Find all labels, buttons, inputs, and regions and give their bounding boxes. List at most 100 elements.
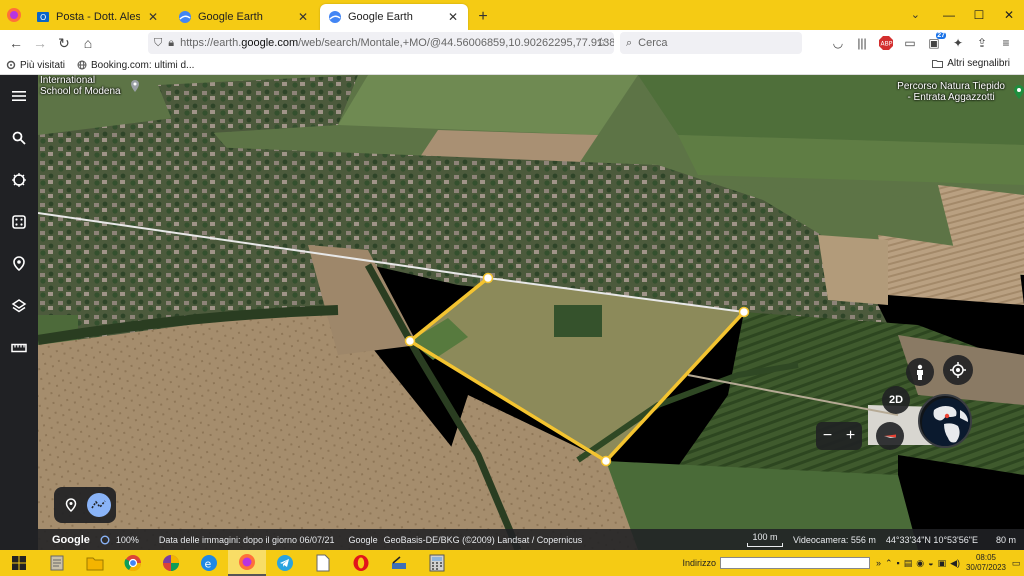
- tray-chevron-icon[interactable]: »: [876, 558, 881, 568]
- bookmark-booking[interactable]: Booking.com: ultimi d...: [71, 60, 200, 71]
- tray-app-icon[interactable]: ▪: [897, 558, 900, 568]
- clock-date: 30/07/2023: [965, 563, 1007, 572]
- tab-google-earth-2[interactable]: Google Earth ✕: [320, 4, 468, 30]
- folder-icon: [932, 60, 944, 68]
- start-windows-icon[interactable]: [0, 550, 38, 576]
- scale-line: [747, 543, 783, 547]
- globe-icon: [77, 60, 87, 70]
- map-style-layers-icon[interactable]: [0, 285, 38, 327]
- feeling-lucky-dice-icon[interactable]: [0, 201, 38, 243]
- menu-icon[interactable]: ≡: [994, 31, 1018, 55]
- close-tab-icon[interactable]: ✕: [146, 10, 160, 24]
- taskbar-clock[interactable]: 08:05 30/07/2023: [964, 553, 1008, 573]
- edge-icon[interactable]: e: [190, 550, 228, 576]
- extensions-icon[interactable]: ✦: [946, 31, 970, 55]
- close-window-icon[interactable]: ✕: [994, 0, 1024, 30]
- picasa-icon[interactable]: [152, 550, 190, 576]
- tab-label: Posta - Dott. Alessandro Angel: [56, 11, 140, 23]
- notifications-icon[interactable]: ▭: [1008, 558, 1024, 569]
- my-location-icon[interactable]: [943, 355, 973, 385]
- telegram-icon[interactable]: [266, 550, 304, 576]
- url-prefix: https://earth.: [180, 37, 242, 49]
- close-tab-icon[interactable]: ✕: [446, 10, 460, 24]
- imagery-credits: GeoBasis-DE/BKG (©2009) Landsat / Copern…: [383, 534, 583, 545]
- firefox-menu-icon[interactable]: [0, 0, 28, 30]
- draw-path-icon[interactable]: [87, 493, 112, 517]
- maximize-icon[interactable]: ☐: [964, 0, 994, 30]
- projects-pin-icon[interactable]: [0, 243, 38, 285]
- toolbar-icons: ◡ ||| ABP ▭ ▣ 27 ✦ ⇪ ≡: [826, 30, 1018, 56]
- opera-icon[interactable]: [342, 550, 380, 576]
- measure-ruler-icon[interactable]: [0, 327, 38, 369]
- extension-badge-icon[interactable]: ▣ 27: [922, 31, 946, 55]
- earth-viewport[interactable]: International School of Modena Percorso …: [38, 75, 1024, 550]
- svg-text:ABP: ABP: [881, 41, 893, 48]
- sidebar-icon[interactable]: ▭: [898, 31, 922, 55]
- zoom-out-button[interactable]: −: [823, 427, 832, 445]
- firefox-taskbar-icon[interactable]: [228, 550, 266, 576]
- search-placeholder: Cerca: [638, 37, 668, 49]
- close-tab-icon[interactable]: ✕: [296, 10, 310, 24]
- zoom-in-button[interactable]: +: [846, 427, 855, 445]
- place-label-school[interactable]: International School of Modena: [40, 75, 121, 97]
- home-icon[interactable]: ⌂: [76, 31, 100, 55]
- tray-expand-icon[interactable]: ⌃: [885, 558, 893, 569]
- place-pin-icon[interactable]: [130, 80, 140, 95]
- tab-google-earth-1[interactable]: Google Earth ✕: [170, 4, 318, 30]
- bookmark-piu-visitati[interactable]: Più visitati: [0, 60, 71, 71]
- globe-minimap[interactable]: [918, 394, 972, 448]
- other-bookmarks[interactable]: Altri segnalibri: [926, 58, 1016, 69]
- chrome-icon[interactable]: [114, 550, 152, 576]
- calculator-app-icon[interactable]: [418, 550, 456, 576]
- svg-text:e: e: [205, 558, 212, 571]
- menu-icon[interactable]: [0, 75, 38, 117]
- document-icon[interactable]: [304, 550, 342, 576]
- back-icon[interactable]: ←: [4, 31, 28, 55]
- search-box[interactable]: ⌕ Cerca: [620, 32, 802, 54]
- file-explorer-icon[interactable]: [76, 550, 114, 576]
- lock-icon: 🔒︎: [168, 36, 175, 49]
- url-bar[interactable]: ⛉ 🔒︎ https://earth. google.com/web/search…: [148, 32, 614, 54]
- minimize-icon[interactable]: —: [934, 0, 964, 30]
- search-icon[interactable]: [0, 117, 38, 159]
- tab-posta[interactable]: O Posta - Dott. Alessandro Angel ✕: [28, 4, 168, 30]
- imagery-date: Data delle immagini: dopo il giorno 06/0…: [158, 534, 335, 545]
- adblock-icon[interactable]: ABP: [874, 31, 898, 55]
- list-tabs-icon[interactable]: ⌄: [911, 8, 920, 21]
- bookmark-label: Più visitati: [20, 59, 66, 71]
- share-icon[interactable]: ⇪: [970, 31, 994, 55]
- new-tab-button[interactable]: +: [470, 4, 496, 30]
- compass-icon[interactable]: [876, 422, 904, 450]
- system-tray: Indirizzo » ⌃ ▪ ▤ ◉ ◒ ▣ ◀) 08:05 30/07/2…: [682, 550, 1024, 576]
- earth-sidebar: [0, 75, 38, 550]
- tray-app-icon[interactable]: ◒: [928, 558, 933, 568]
- tab-label: Google Earth: [198, 11, 263, 23]
- credits-google: Google: [348, 534, 378, 545]
- address-toolbar-label: Indirizzo: [682, 558, 716, 568]
- coordinates: 44°33'34"N 10°53'56"E: [885, 534, 978, 545]
- bookmark-star-icon[interactable]: ☆: [596, 35, 607, 49]
- other-bookmarks-label: Altri segnalibri: [947, 58, 1010, 69]
- add-point-pin-icon[interactable]: [59, 493, 83, 517]
- scanner-icon[interactable]: [380, 550, 418, 576]
- volume-icon[interactable]: ◀): [950, 558, 960, 569]
- place-label-percorso[interactable]: Percorso Natura Tiepido - Entrata Aggazz…: [897, 81, 1021, 103]
- network-icon[interactable]: ▤: [904, 558, 913, 569]
- zoom-percent: 100%: [115, 534, 139, 545]
- shield-icon: ⛉: [154, 36, 163, 49]
- scale-bar[interactable]: 100 m: [747, 532, 783, 547]
- satellite-imagery: [38, 75, 1024, 550]
- library-icon[interactable]: |||: [850, 31, 874, 55]
- forward-icon[interactable]: →: [28, 31, 52, 55]
- street-view-pegman-icon[interactable]: [906, 358, 934, 386]
- address-toolbar-input[interactable]: [719, 557, 870, 569]
- voyager-icon[interactable]: [0, 159, 38, 201]
- tray-app-icon[interactable]: ▣: [938, 558, 947, 569]
- pocket-icon[interactable]: ◡: [826, 31, 850, 55]
- toggle-2d-button[interactable]: 2D: [882, 386, 910, 414]
- notes-app-icon[interactable]: [38, 550, 76, 576]
- tray-app-icon[interactable]: ◉: [916, 558, 924, 569]
- gear-icon: [6, 60, 16, 70]
- place-pin-icon[interactable]: [1013, 85, 1024, 102]
- reload-icon[interactable]: ↻: [52, 31, 76, 55]
